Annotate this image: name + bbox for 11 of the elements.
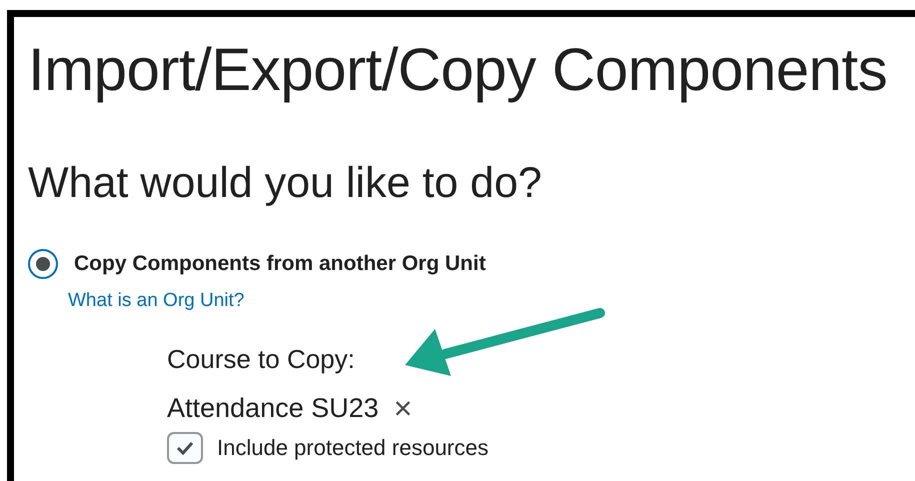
checkbox[interactable]	[167, 432, 203, 464]
question-heading: What would you like to do?	[28, 158, 542, 208]
check-icon	[176, 441, 194, 455]
radio-button[interactable]	[28, 249, 58, 279]
field-label: Course to Copy:	[167, 344, 355, 374]
help-link[interactable]: What is an Org Unit?	[68, 290, 244, 312]
page-title: Import/Export/Copy Components	[28, 35, 888, 105]
clear-button[interactable]: ×	[394, 393, 412, 423]
option-label: Copy Components from another Org Unit	[74, 251, 486, 277]
checkbox-label: Include protected resources	[217, 434, 488, 462]
selected-course: Attendance SU23	[167, 392, 379, 424]
